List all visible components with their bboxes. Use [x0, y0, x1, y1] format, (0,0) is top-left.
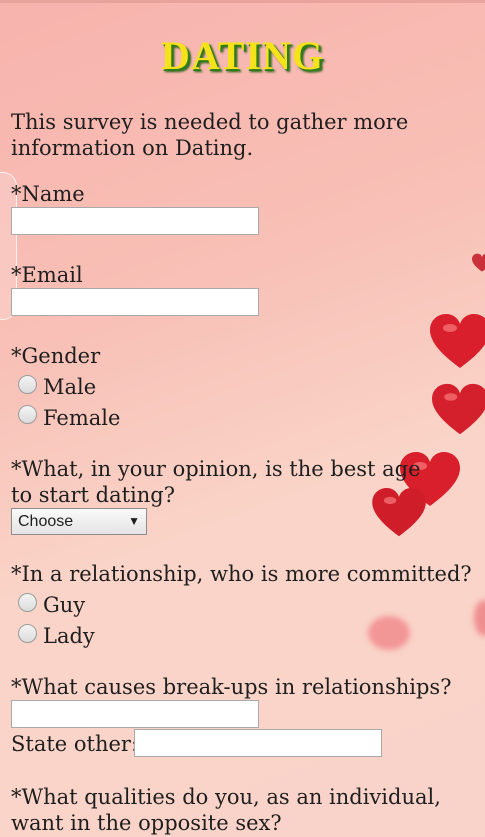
- page-title: DATING: [160, 33, 325, 78]
- committed-lady-label: Lady: [43, 624, 95, 648]
- name-input[interactable]: [11, 207, 259, 235]
- heart-decoration-2: [432, 383, 485, 435]
- blurred-heart-decoration: [368, 616, 410, 650]
- breakups-input[interactable]: [11, 700, 259, 728]
- gender-female-radio[interactable]: [18, 405, 37, 424]
- state-other-label: State other:: [11, 732, 139, 756]
- gender-label: *Gender: [11, 344, 101, 368]
- name-label: *Name: [11, 182, 85, 206]
- committed-question-label: *In a relationship, who is more committe…: [11, 562, 472, 586]
- dropdown-arrow-icon: ▼: [128, 514, 140, 528]
- blurred-heart-decoration-edge: [474, 600, 485, 636]
- committed-guy-label: Guy: [43, 593, 86, 617]
- state-other-input[interactable]: [134, 729, 382, 757]
- top-edge: [0, 0, 485, 3]
- age-select-value: Choose: [18, 513, 74, 530]
- age-select[interactable]: Choose ▼: [11, 508, 147, 535]
- survey-intro: This survey is needed to gather more inf…: [11, 110, 409, 160]
- gender-male-radio[interactable]: [18, 375, 37, 394]
- committed-lady-radio[interactable]: [18, 624, 37, 643]
- gender-female-label: Female: [43, 406, 121, 430]
- qualities-question-label: *What qualities do you, as an individual…: [11, 785, 441, 835]
- email-input[interactable]: [11, 288, 259, 316]
- age-question-label: *What, in your opinion, is the best age …: [11, 457, 421, 507]
- breakups-question-label: *What causes break-ups in relationships?: [11, 675, 452, 699]
- gender-male-label: Male: [43, 375, 97, 399]
- heart-decoration-1: [430, 314, 485, 368]
- committed-guy-radio[interactable]: [18, 593, 37, 612]
- heart-decoration-5: [472, 253, 485, 272]
- email-label: *Email: [11, 263, 83, 287]
